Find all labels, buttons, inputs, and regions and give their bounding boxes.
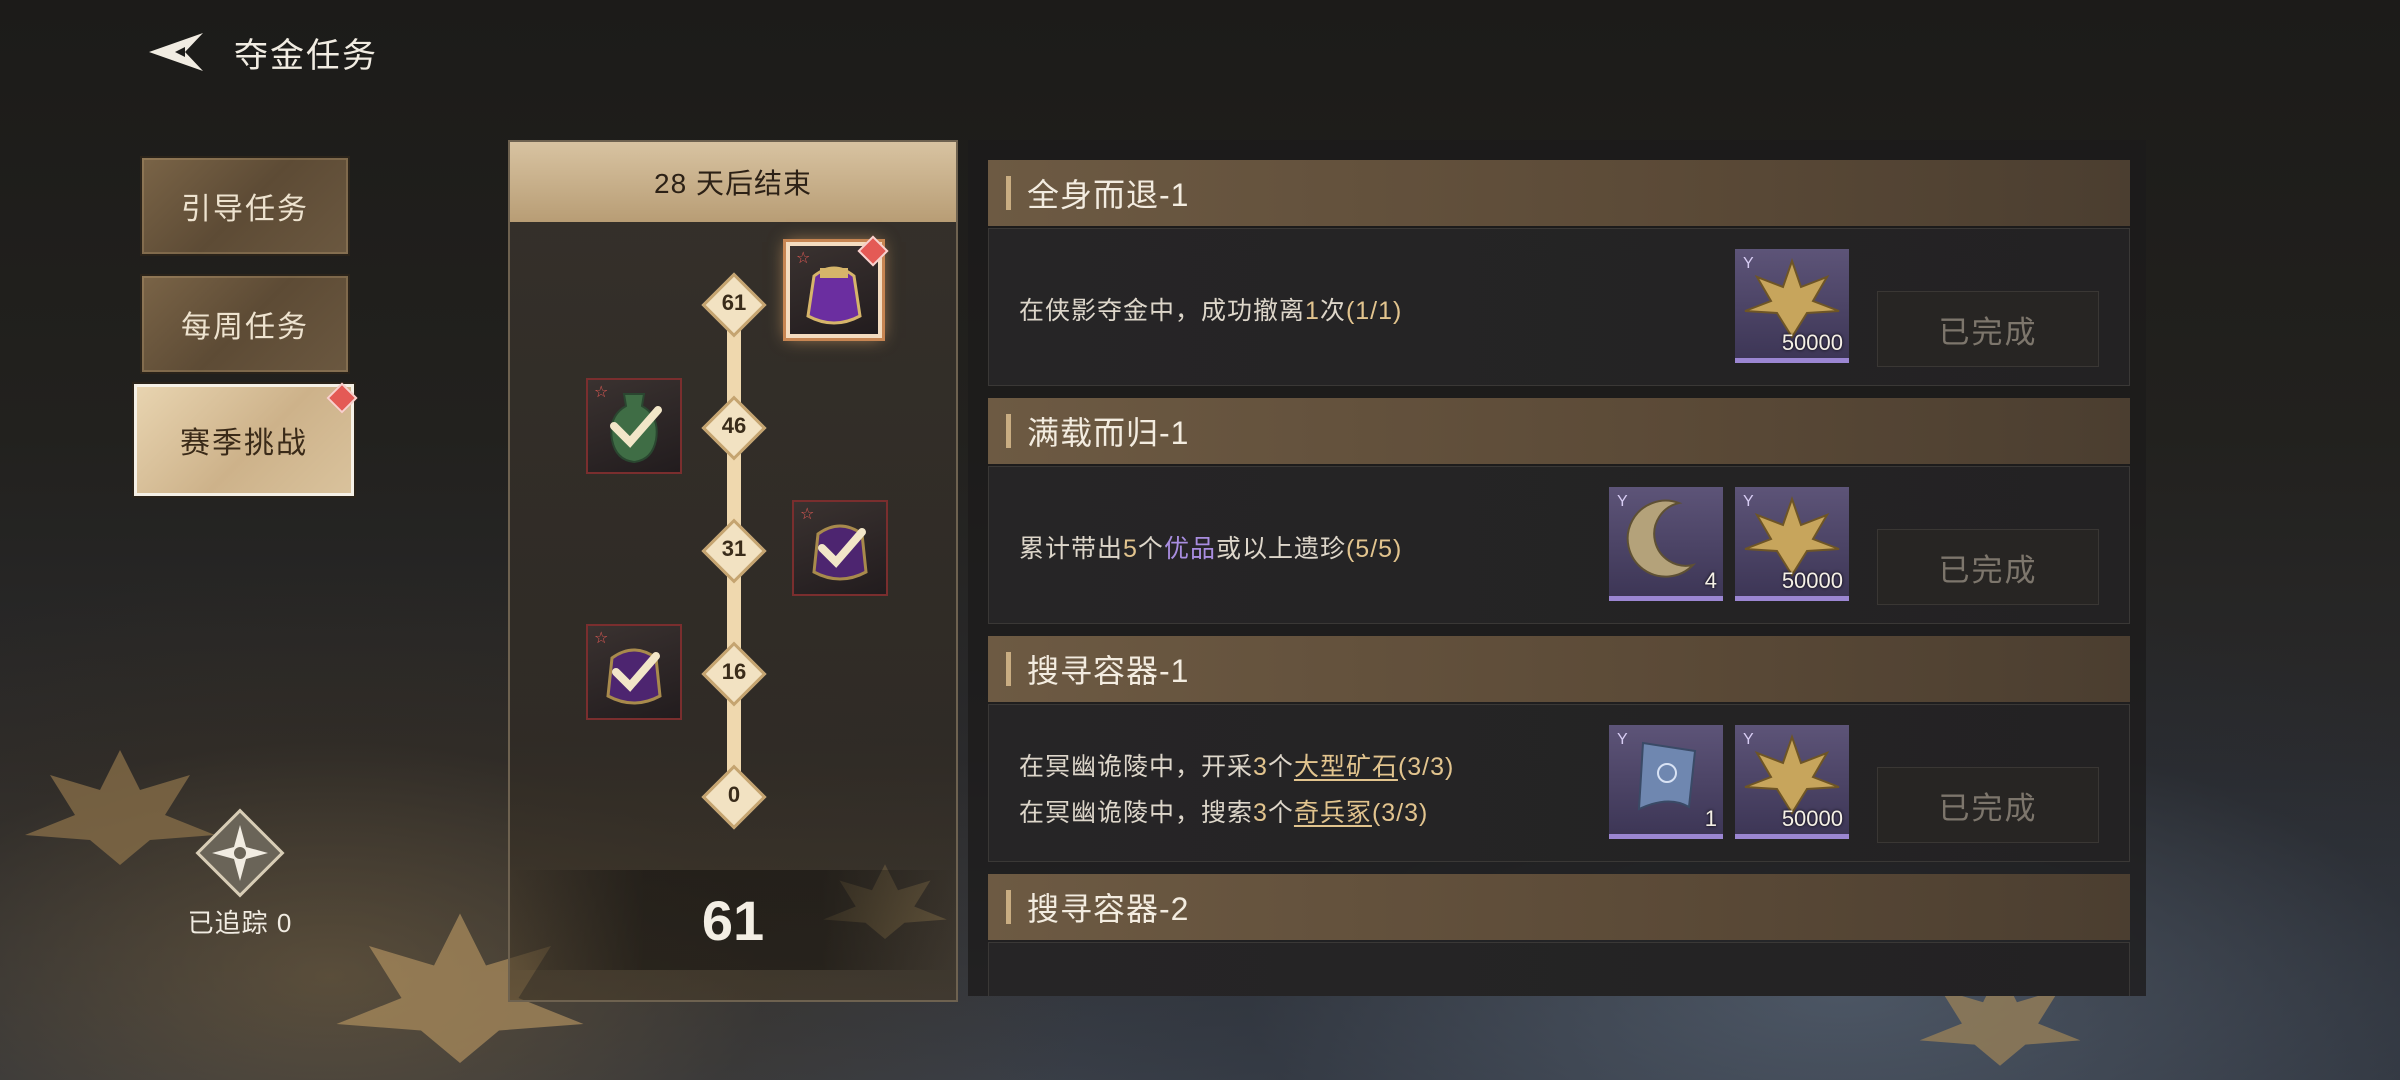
desc-text: 个	[1267, 753, 1294, 781]
reward-item[interactable]: Y 50000	[1735, 249, 1849, 363]
completed-button[interactable]: 已完成	[1877, 529, 2099, 605]
task-item: 全身而退-1 在侠影夺金中，成功撤离1次(1/1) Y 50000 已完成	[988, 160, 2130, 386]
desc-progress: (1/1)	[1345, 297, 1403, 325]
milestone-label: 61	[721, 290, 747, 315]
star-icon: ☆	[800, 506, 815, 523]
star-icon: ☆	[796, 250, 811, 267]
task-title: 搜寻容器-1	[988, 636, 2130, 702]
item-quantity: 4	[1704, 568, 1717, 593]
desc-count: 1	[1305, 297, 1320, 325]
desc-count: 5	[1123, 535, 1138, 563]
reward-slot-31[interactable]: ☆	[792, 500, 888, 596]
task-description: 在冥幽诡陵中，开采3个大型矿石(3/3)	[1019, 747, 1454, 783]
star-icon: ☆	[594, 630, 609, 647]
tier-icon: Y	[1743, 255, 1754, 272]
task-description: 在侠影夺金中，成功撤离1次(1/1)	[1019, 291, 1402, 327]
reward-slot-46[interactable]: ☆	[586, 378, 682, 474]
milestone-label: 0	[727, 782, 741, 807]
reward-item[interactable]: Y 4	[1609, 487, 1723, 601]
tier-icon: Y	[1743, 731, 1754, 748]
tracker: 已追踪 0	[170, 805, 310, 940]
milestone-label: 46	[721, 413, 747, 438]
current-score: 61	[701, 888, 765, 952]
task-item: 搜寻容器-1 在冥幽诡陵中，开采3个大型矿石(3/3) 在冥幽诡陵中，搜索3个奇…	[988, 636, 2130, 862]
task-title: 满载而归-1	[988, 398, 2130, 464]
compass-star-icon	[195, 808, 285, 898]
task-title: 全身而退-1	[988, 160, 2130, 226]
back-arrow-icon	[149, 33, 203, 71]
desc-progress: (3/3)	[1397, 753, 1455, 781]
reward-item[interactable]: Y 50000	[1735, 487, 1849, 601]
score-strip: 61	[510, 870, 956, 970]
completed-button[interactable]: 已完成	[1877, 291, 2099, 367]
task-body: 在冥幽诡陵中，开采3个大型矿石(3/3) 在冥幽诡陵中，搜索3个奇兵冢(3/3)…	[988, 704, 2130, 862]
task-body: 在侠影夺金中，成功撤离1次(1/1) Y 50000 已完成	[988, 228, 2130, 386]
page-title: 夺金任务	[234, 36, 378, 75]
item-quantity: 50000	[1781, 806, 1843, 831]
desc-text: 或以上遗珍	[1215, 535, 1346, 563]
desc-link[interactable]: 大型矿石	[1294, 753, 1398, 781]
completed-button[interactable]: 已完成	[1877, 767, 2099, 843]
milestone-label: 31	[721, 536, 747, 561]
tier-icon: Y	[1617, 493, 1628, 510]
desc-text: 在侠影夺金中，成功撤离	[1019, 297, 1306, 325]
tracker-label: 已追踪 0	[187, 908, 293, 938]
desc-count: 3	[1253, 753, 1268, 781]
tab-label: 引导任务	[181, 193, 309, 226]
tab-weekly-tasks[interactable]: 每周任务	[140, 274, 350, 374]
season-countdown: 28 天后结束	[510, 142, 956, 222]
tab-label: 每周任务	[181, 311, 309, 344]
desc-text: 次	[1319, 297, 1346, 325]
tier-icon: Y	[1617, 731, 1628, 748]
desc-progress: (3/3)	[1371, 799, 1429, 827]
page-header: 夺金任务	[140, 22, 378, 82]
desc-text: 在冥幽诡陵中，开采	[1019, 753, 1254, 781]
tab-guide-tasks[interactable]: 引导任务	[140, 156, 350, 256]
desc-text: 累计带出	[1019, 535, 1124, 563]
desc-text: 个	[1267, 799, 1294, 827]
task-title: 搜寻容器-2	[988, 874, 2130, 940]
item-quantity: 50000	[1781, 330, 1843, 355]
desc-progress: (5/5)	[1345, 535, 1403, 563]
notification-badge	[326, 382, 358, 414]
star-icon: ☆	[594, 384, 609, 401]
reward-item[interactable]: Y 50000	[1735, 725, 1849, 839]
tab-season-challenge[interactable]: 赛季挑战	[134, 382, 358, 496]
task-description: 在冥幽诡陵中，搜索3个奇兵冢(3/3)	[1019, 793, 1428, 829]
tier-icon: Y	[1743, 493, 1754, 510]
desc-count: 3	[1253, 799, 1268, 827]
desc-link[interactable]: 奇兵冢	[1294, 799, 1372, 827]
progress-panel: 28 天后结束 61 46 31 16 0 ☆ ☆ ☆ ☆ 61	[508, 140, 958, 1002]
tab-label: 赛季挑战	[180, 427, 308, 460]
milestone-label: 16	[721, 659, 747, 684]
task-body: 累计带出5个优品或以上遗珍(5/5) Y 4 Y 50000 已完成	[988, 466, 2130, 624]
reward-slot-61[interactable]: ☆	[786, 235, 889, 338]
task-item: 满载而归-1 累计带出5个优品或以上遗珍(5/5) Y 4 Y 50000 已完…	[988, 398, 2130, 624]
item-quantity: 1	[1704, 806, 1717, 831]
task-body	[988, 942, 2130, 996]
desc-text: 在冥幽诡陵中，搜索	[1019, 799, 1254, 827]
desc-text: 个	[1137, 535, 1164, 563]
item-quantity: 50000	[1781, 568, 1843, 593]
reward-item[interactable]: Y 1	[1609, 725, 1723, 839]
task-item: 搜寻容器-2	[988, 874, 2130, 996]
task-list[interactable]: 全身而退-1 在侠影夺金中，成功撤离1次(1/1) Y 50000 已完成 满载…	[968, 140, 2146, 996]
task-description: 累计带出5个优品或以上遗珍(5/5)	[1019, 529, 1402, 565]
back-button[interactable]	[140, 22, 210, 82]
reward-slot-16[interactable]: ☆	[586, 624, 682, 720]
desc-quality: 优品	[1163, 535, 1216, 563]
tracker-button[interactable]	[192, 805, 288, 901]
